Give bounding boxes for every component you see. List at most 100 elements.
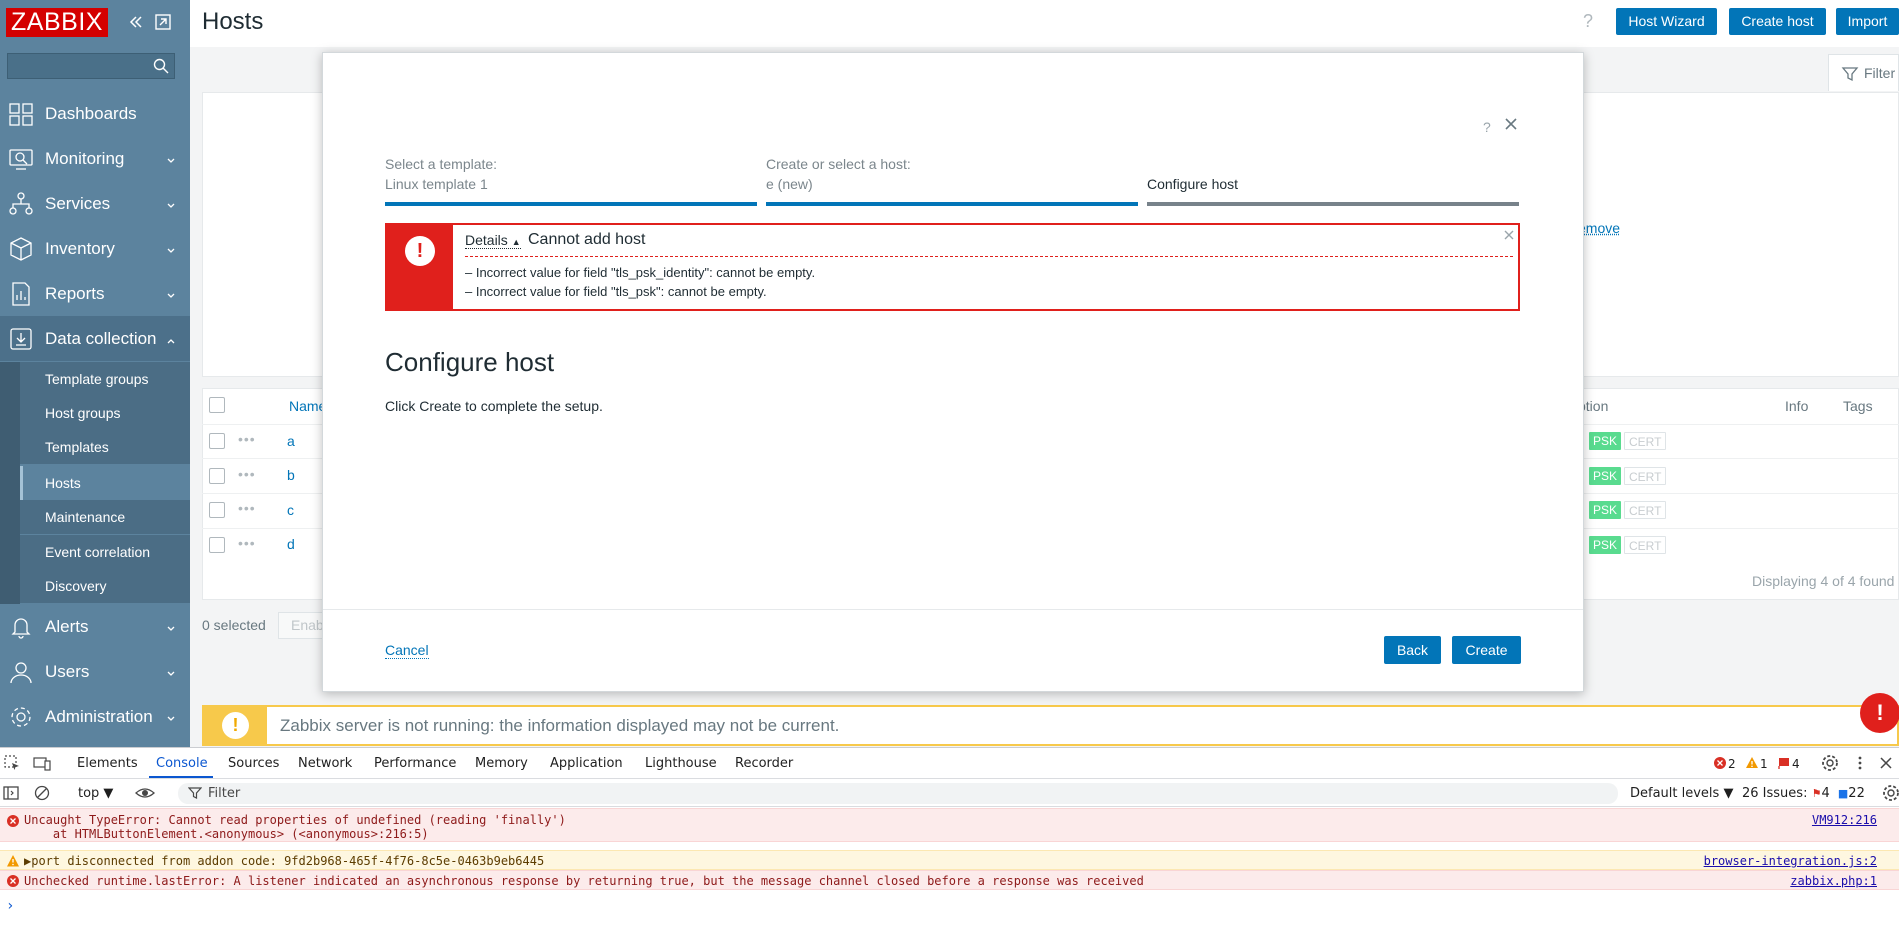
sidebar-toggle-icon[interactable] — [2, 784, 20, 802]
nav-item-data-collection[interactable]: Data collection — [0, 316, 190, 361]
row-checkbox[interactable] — [209, 502, 225, 518]
clear-console-icon[interactable] — [33, 784, 51, 802]
console-prompt[interactable]: › — [6, 898, 14, 914]
column-header-tags: Tags — [1843, 398, 1873, 414]
nav-item-dashboards[interactable]: Dashboards — [0, 91, 190, 136]
log-text[interactable]: ▶port disconnected from addon code: 9fd2… — [24, 854, 544, 868]
chevron-down-icon — [166, 621, 176, 631]
help-icon[interactable]: ? — [1583, 11, 1593, 32]
log-text: Unchecked runtime.lastError: A listener … — [24, 874, 1144, 888]
submenu-item-templates[interactable]: Templates — [20, 430, 190, 464]
select-all-checkbox[interactable] — [209, 397, 225, 413]
create-button[interactable]: Create — [1452, 636, 1521, 664]
host-link[interactable]: c — [287, 502, 294, 518]
search-icon[interactable] — [152, 57, 170, 75]
submenu-label: Template groups — [45, 371, 149, 387]
host-link[interactable]: b — [287, 467, 295, 483]
zabbix-logo[interactable]: ZABBIX — [6, 8, 108, 37]
row-checkbox[interactable] — [209, 468, 225, 484]
tab-elements[interactable]: Elements — [77, 756, 138, 771]
details-toggle[interactable]: Details ▲ — [465, 232, 521, 249]
nav-item-reports[interactable]: Reports — [0, 271, 190, 316]
host-link[interactable]: d — [287, 536, 295, 552]
devtools-tabbar: Elements Console Sources Network Perform… — [0, 748, 1899, 779]
submenu-item-event-correlation[interactable]: Event correlation — [20, 535, 190, 569]
row-menu-icon[interactable]: ••• — [238, 466, 256, 482]
submenu-item-template-groups[interactable]: Template groups — [20, 362, 190, 396]
remove-link[interactable]: emove — [1578, 220, 1620, 236]
log-source-link[interactable]: browser-integration.js:2 — [1704, 854, 1877, 868]
row-checkbox[interactable] — [209, 537, 225, 553]
help-icon[interactable]: ? — [1483, 119, 1491, 135]
submenu-item-discovery[interactable]: Discovery — [20, 569, 190, 603]
console-filter-input[interactable]: Filter — [178, 783, 1618, 804]
eye-icon[interactable] — [135, 784, 155, 802]
step-label: Create or select a host: — [766, 156, 911, 172]
sidebar-search-input[interactable] — [7, 53, 175, 79]
row-menu-icon[interactable]: ••• — [238, 500, 256, 516]
more-options-icon[interactable] — [1851, 754, 1869, 772]
log-levels-dropdown[interactable]: Default levels ▼ — [1630, 786, 1733, 801]
submenu-item-maintenance[interactable]: Maintenance — [20, 500, 190, 534]
tab-application[interactable]: Application — [550, 756, 623, 771]
tab-lighthouse[interactable]: Lighthouse — [645, 756, 717, 771]
close-icon[interactable] — [1503, 228, 1515, 240]
tab-recorder[interactable]: Recorder — [735, 756, 793, 771]
back-button[interactable]: Back — [1384, 636, 1441, 664]
create-host-button[interactable]: Create host — [1729, 8, 1826, 35]
chevron-up-icon — [166, 333, 176, 344]
console-log-error: Unchecked runtime.lastError: A listener … — [0, 870, 1899, 890]
dashboards-icon — [8, 101, 34, 127]
close-devtools-icon[interactable] — [1877, 754, 1895, 772]
tab-performance[interactable]: Performance — [374, 756, 456, 771]
tab-sources[interactable]: Sources — [228, 756, 279, 771]
nav-item-users[interactable]: Users — [0, 649, 190, 694]
tab-memory[interactable]: Memory — [475, 756, 528, 771]
wizard-step-template[interactable]: Select a template: Linux template 1 — [385, 155, 757, 206]
import-button[interactable]: Import — [1836, 8, 1899, 35]
gear-icon[interactable] — [1821, 754, 1839, 772]
tab-network[interactable]: Network — [298, 756, 352, 771]
triangle-up-icon: ▲ — [511, 237, 521, 247]
nav-label: Users — [45, 662, 90, 681]
error-line: – Incorrect value for field "tls_psk": c… — [465, 284, 767, 299]
context-selector[interactable]: top ▼ — [78, 786, 113, 801]
selected-count: 0 selected — [202, 617, 266, 633]
wizard-step-host[interactable]: Create or select a host: e (new) — [766, 155, 1138, 206]
host-link[interactable]: a — [287, 433, 295, 449]
nav-label: Data collection — [45, 329, 157, 348]
filter-tab[interactable]: Filter — [1828, 54, 1899, 91]
nav-item-alerts[interactable]: Alerts — [0, 604, 190, 649]
row-menu-icon[interactable]: ••• — [238, 535, 256, 551]
collapse-sidebar-icon[interactable] — [126, 12, 146, 32]
tab-console[interactable]: Console — [156, 756, 208, 771]
console-settings-icon[interactable] — [1882, 784, 1899, 802]
submenu-item-hosts[interactable]: Hosts — [20, 466, 190, 500]
cancel-button[interactable]: Cancel — [385, 642, 429, 659]
filter-icon — [1841, 65, 1859, 83]
row-checkbox[interactable] — [209, 433, 225, 449]
log-source-link[interactable]: zabbix.php:1 — [1790, 874, 1877, 888]
inspect-element-icon[interactable] — [3, 754, 21, 772]
page-title: Hosts — [202, 8, 264, 35]
nav-item-administration[interactable]: Administration — [0, 694, 190, 739]
submenu-item-host-groups[interactable]: Host groups — [20, 396, 190, 430]
cert-badge: CERT — [1624, 432, 1667, 450]
kiosk-mode-icon[interactable] — [153, 12, 173, 32]
column-header-name[interactable]: Name — [289, 398, 326, 414]
inventory-icon — [8, 236, 34, 262]
row-menu-icon[interactable]: ••• — [238, 431, 256, 447]
devtools-panel: Elements Console Sources Network Perform… — [0, 747, 1899, 929]
step-value: e (new) — [766, 176, 813, 192]
issues-info-icon: ■ — [1837, 787, 1849, 800]
nav-item-inventory[interactable]: Inventory — [0, 226, 190, 271]
error-notification-icon[interactable]: ! — [1860, 693, 1899, 733]
log-source-link[interactable]: VM912:216 — [1812, 813, 1877, 827]
close-icon[interactable] — [1502, 115, 1520, 133]
nav-item-monitoring[interactable]: Monitoring — [0, 136, 190, 181]
issues-summary[interactable]: 26 Issues: ⚑4 ■22 — [1742, 786, 1865, 801]
nav-item-services[interactable]: Services — [0, 181, 190, 226]
users-icon — [8, 659, 34, 685]
host-wizard-button[interactable]: Host Wizard — [1616, 8, 1717, 35]
device-toolbar-icon[interactable] — [33, 754, 51, 772]
